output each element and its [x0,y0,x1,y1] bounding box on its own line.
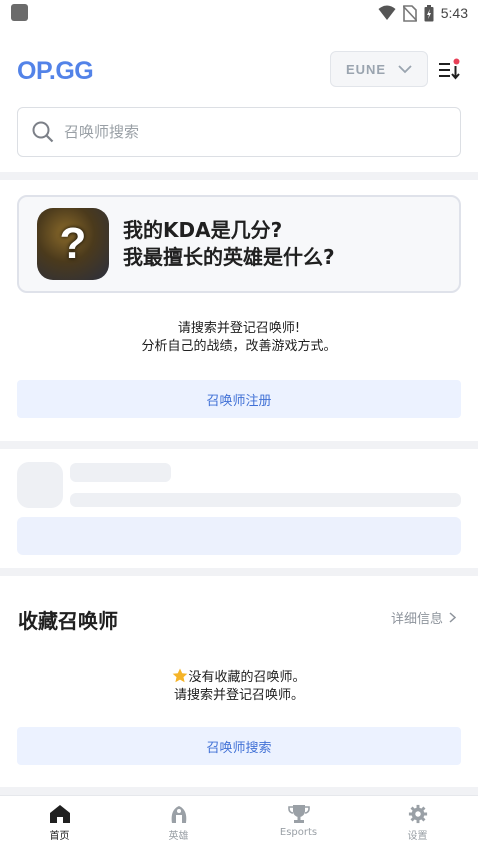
section-divider [0,568,478,576]
promo-text: 我的KDA是几分? 我最擅长的英雄是什么? [123,217,335,271]
nav-esports[interactable]: Esports [239,796,358,849]
section-divider [0,787,478,795]
search-input[interactable] [64,123,424,141]
register-info: 请搜索并登记召唤师! 分析自己的战绩，改善游戏方式。 [0,320,478,356]
promo-line-1: 我的KDA是几分? [123,218,283,242]
battery-icon [424,4,434,21]
nav-settings-label: 设置 [407,831,428,842]
wifi-icon [378,5,396,20]
region-label: EUNE [345,61,387,77]
question-mark: ? [59,219,87,268]
skeleton-line [70,463,171,482]
opgg-logo: OP.GG [17,57,94,85]
favorites-more-link[interactable]: 详细信息 [391,608,457,627]
nav-champions-label: 英雄 [168,831,189,842]
app-notification-icon [11,4,28,21]
gear-icon [408,804,427,824]
summoner-search-box[interactable] [17,107,461,157]
status-icons: 5:43 [378,4,468,22]
champion-icon [171,806,186,823]
chevron-right-icon [449,612,457,623]
register-info-line-1: 请搜索并登记召唤师! [177,321,301,336]
skeleton-block [17,517,461,555]
nav-home-label: 首页 [49,831,70,842]
favorites-title: 收藏召唤师 [18,609,118,633]
promo-line-2: 我最擅长的英雄是什么? [123,245,335,269]
home-icon [49,805,70,823]
star-icon [173,668,188,683]
nav-home[interactable]: 首页 [0,796,119,849]
skeleton-avatar [17,462,63,508]
status-time: 5:43 [440,5,468,21]
section-divider [0,441,478,449]
sort-list-icon[interactable] [436,57,462,83]
search-icon [32,121,54,143]
nav-champions[interactable]: 英雄 [119,796,238,849]
section-divider [0,172,478,180]
status-bar: 5:43 [0,0,478,28]
promo-card[interactable]: ? 我的KDA是几分? 我最擅长的英雄是什么? [17,195,461,293]
favorites-more-label: 详细信息 [391,612,444,627]
favorites-empty-message: 没有收藏的召唤师。 请搜索并登记召唤师。 [0,668,478,705]
skeleton-line [70,493,461,507]
no-sim-icon [402,4,417,22]
favorites-empty-line-1: 没有收藏的召唤师。 [0,668,478,687]
trophy-icon [287,805,310,823]
mystery-champion-image: ? [37,208,109,280]
nav-esports-label: Esports [279,827,318,838]
register-summoner-button[interactable]: 召唤师注册 [17,380,461,418]
search-summoner-button[interactable]: 召唤师搜索 [17,727,461,765]
favorites-empty-line-2: 请搜索并登记召唤师。 [173,688,304,703]
region-selector[interactable]: EUNE [330,51,428,87]
chevron-down-icon [398,64,412,73]
nav-settings[interactable]: 设置 [358,796,477,849]
bottom-navigation: 首页 英雄 Esports 设置 [0,795,478,849]
notification-dot [453,58,460,65]
favorites-empty-text-1: 没有收藏的召唤师。 [188,670,306,685]
app-header: OP.GG EUNE [0,48,478,92]
register-info-line-2: 分析自己的战绩，改善游戏方式。 [141,339,337,354]
